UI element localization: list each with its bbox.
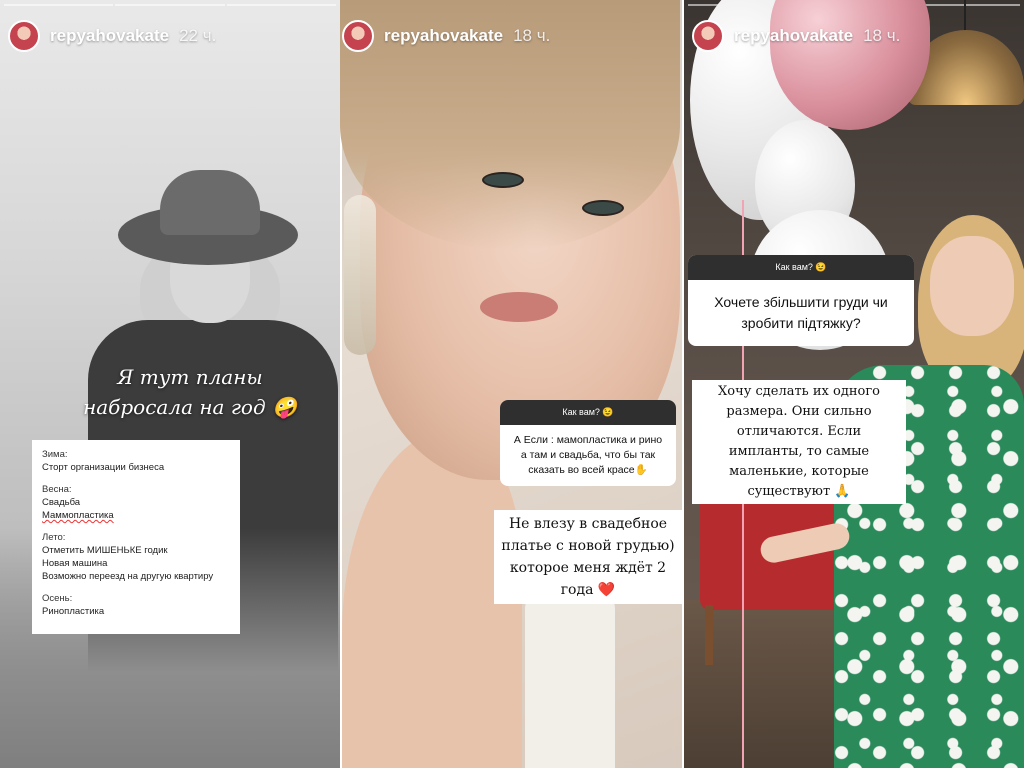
plan-item: Сторт организации бизнеса [42, 462, 165, 473]
answer-text: Хочу сделать их одного размера. Они силь… [692, 380, 906, 504]
story-1[interactable]: repyahovakate 22 ч. Я тут планы набросал… [0, 0, 340, 768]
avatar[interactable] [8, 20, 40, 52]
plan-item: Возможно переезд на другую квартиру [42, 571, 214, 582]
question-header: Как вам? 😉 [688, 255, 914, 280]
season-label: Лето: [42, 532, 66, 543]
story-time: 22 ч. [179, 26, 217, 45]
eye-right [582, 200, 624, 216]
eye-left [482, 172, 524, 188]
story-header: repyahovakate 22 ч. [8, 20, 216, 52]
avatar[interactable] [342, 20, 374, 52]
photo-lips [480, 292, 558, 322]
photo-dress [525, 580, 615, 768]
plan-item: Новая машина [42, 558, 108, 569]
question-text: А Если : мамопластика и рино а там и сва… [513, 434, 663, 476]
username[interactable]: repyahovakate [734, 26, 853, 46]
earring [344, 195, 376, 355]
question-card[interactable]: Как вам? 😉 Хочете збільшити груди чи зро… [688, 255, 914, 346]
question-text: Хочете збільшити груди чи зробити підтяж… [714, 294, 888, 331]
story-caption: Я тут планы набросала на год 🤪 [83, 365, 297, 419]
username[interactable]: repyahovakate [384, 26, 503, 46]
story-time: 18 ч. [513, 26, 551, 45]
story-header: repyahovakate 18 ч. [692, 20, 900, 52]
avatar[interactable] [692, 20, 724, 52]
plan-item: Свадьба [42, 497, 81, 508]
plan-item: Отметить МИШЕНЬКЕ годик [42, 545, 168, 556]
plan-card: Зима: Сторт организации бизнеса Весна: С… [32, 440, 240, 634]
story-time: 18 ч. [863, 26, 901, 45]
story-progress [4, 4, 336, 6]
answer-text: Не влезу в свадебное платье с новой груд… [494, 510, 682, 604]
plan-item: Ринопластика [42, 606, 105, 617]
photo-face [930, 236, 1014, 336]
season-label: Весна: [42, 484, 72, 495]
question-header: Как вам? 😉 [500, 400, 676, 425]
username[interactable]: repyahovakate [50, 26, 169, 46]
plan-item: Маммопластика [42, 510, 114, 521]
season-label: Осень: [42, 593, 73, 604]
story-header: repyahovakate 18 ч. [342, 20, 550, 52]
season-label: Зима: [42, 449, 68, 460]
question-card[interactable]: Как вам? 😉 А Если : мамопластика и рино … [500, 400, 676, 486]
